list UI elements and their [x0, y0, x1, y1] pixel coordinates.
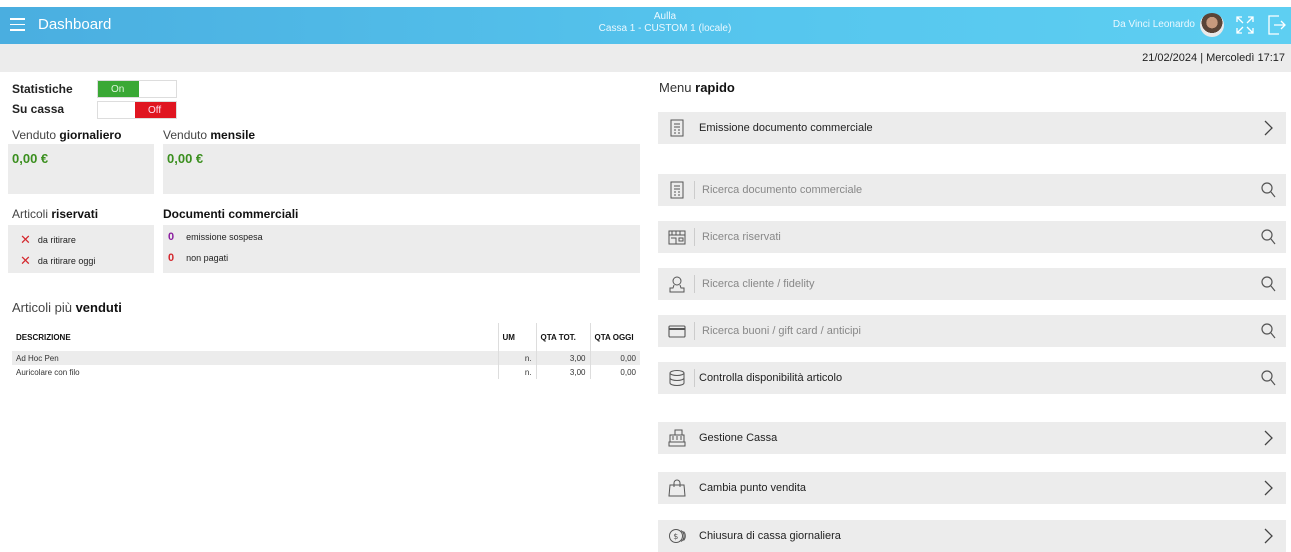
document-item[interactable]: 0 emissione sospesa — [168, 231, 263, 243]
separator — [694, 275, 695, 293]
column-header[interactable]: QTA TOT. — [536, 323, 591, 351]
statistiche-label: Statistiche — [12, 82, 73, 96]
monthly-sales-value: 0,00 € — [167, 151, 204, 166]
database-icon — [669, 370, 685, 387]
table-cell: Auricolare con filo — [12, 365, 499, 379]
svg-text:$: $ — [673, 532, 678, 541]
reserved-item[interactable]: ✕ da ritirare — [20, 231, 76, 247]
user-name[interactable]: Da Vinci Leonardo — [1113, 19, 1195, 30]
table-row[interactable]: Ad Hoc Pen n. 3,00 0,00 — [12, 351, 640, 365]
chevron-right-icon — [1264, 528, 1273, 544]
chevron-right-icon — [1264, 120, 1273, 136]
quick-menu-item-cambia-punto-vendita[interactable]: Cambia punto vendita — [658, 472, 1286, 504]
date-bar: 21/02/2024 | Mercoledì 17:17 — [0, 44, 1291, 72]
toggle-on[interactable]: On — [98, 81, 139, 97]
quick-menu-search-field[interactable]: Ricerca buoni / gift card / anticipi — [702, 325, 861, 337]
quick-menu-search-field[interactable]: Controlla disponibilità articolo — [699, 372, 842, 384]
store-info: Aulla Cassa 1 - CUSTOM 1 (locale) — [560, 11, 770, 35]
cash-register-icon — [668, 429, 686, 447]
quick-menu-label: Cambia punto vendita — [699, 482, 807, 494]
hamburger-menu-icon[interactable] — [10, 18, 25, 31]
search-icon[interactable] — [1260, 181, 1276, 199]
quick-menu-item-gestione-cassa[interactable]: Gestione Cassa — [658, 422, 1286, 454]
page-title: Dashboard — [38, 16, 112, 33]
monthly-sales-box — [163, 144, 640, 194]
avatar[interactable] — [1200, 13, 1224, 37]
document-icon — [670, 181, 684, 199]
person-icon — [669, 276, 685, 293]
document-item[interactable]: 0 non pagati — [168, 252, 228, 264]
quick-menu-title: Menu rapido — [659, 80, 735, 95]
separator — [694, 322, 695, 340]
card-icon — [668, 325, 686, 338]
table-cell: n. — [498, 365, 537, 379]
document-icon — [670, 119, 684, 137]
table-row[interactable]: Auricolare con filo n. 3,00 0,00 — [12, 365, 640, 379]
register-name: Cassa 1 - CUSTOM 1 (locale) — [598, 23, 732, 34]
coins-icon: $ — [669, 529, 686, 543]
monthly-sales-title: Venduto mensile — [163, 128, 256, 142]
quick-menu-item-ricerca-riservati[interactable]: Ricerca riservati — [658, 221, 1286, 253]
search-icon[interactable] — [1260, 322, 1276, 340]
table-header-row: DESCRIZIONE UM QTA TOT. QTA OGGI — [12, 323, 640, 351]
separator — [694, 181, 695, 199]
best-sellers-title: Articoli più venduti — [12, 300, 122, 315]
reserved-item[interactable]: ✕ da ritirare oggi — [20, 252, 95, 268]
quick-menu-search-field[interactable]: Ricerca cliente / fidelity — [702, 278, 815, 290]
fullscreen-icon[interactable] — [1236, 16, 1254, 34]
su-cassa-label: Su cassa — [12, 102, 65, 116]
column-header[interactable]: DESCRIZIONE — [12, 323, 499, 351]
quick-menu-label: Gestione Cassa — [699, 432, 778, 444]
chevron-right-icon — [1264, 430, 1273, 446]
quick-menu-item-emissione[interactable]: Emissione documento commerciale — [658, 112, 1286, 144]
quick-menu-item-chiusura-cassa[interactable]: $ Chiusura di cassa giornaliera — [658, 520, 1286, 552]
daily-sales-value: 0,00 € — [12, 151, 49, 166]
close-x-icon: ✕ — [20, 253, 31, 268]
quick-menu-label: Chiusura di cassa giornaliera — [699, 530, 841, 542]
best-sellers-table: DESCRIZIONE UM QTA TOT. QTA OGGI Ad Hoc … — [12, 323, 640, 379]
top-bar: Dashboard Aulla Cassa 1 - CUSTOM 1 (loca… — [0, 7, 1291, 44]
search-icon[interactable] — [1260, 228, 1276, 246]
table-cell: 0,00 — [590, 351, 640, 365]
daily-sales-title: Venduto giornaliero — [12, 128, 122, 142]
date-time: 21/02/2024 | Mercoledì 17:17 — [1142, 52, 1285, 64]
search-icon[interactable] — [1260, 369, 1276, 387]
table-cell: 0,00 — [620, 367, 636, 377]
separator — [694, 369, 695, 387]
search-icon[interactable] — [1260, 275, 1276, 293]
quick-menu-item-ricerca-buoni[interactable]: Ricerca buoni / gift card / anticipi — [658, 315, 1286, 347]
separator — [694, 228, 695, 246]
close-x-icon: ✕ — [20, 232, 31, 247]
toggle-off[interactable]: Off — [135, 102, 176, 118]
shopping-bag-icon — [668, 479, 686, 497]
quick-menu-item-disponibilita[interactable]: Controlla disponibilità articolo — [658, 362, 1286, 394]
store-icon — [668, 230, 686, 245]
column-header[interactable]: QTA OGGI — [590, 323, 640, 351]
documents-title: Documenti commerciali — [163, 207, 299, 221]
statistiche-toggle[interactable]: On — [97, 80, 177, 98]
quick-menu-item-ricerca-cliente[interactable]: Ricerca cliente / fidelity — [658, 268, 1286, 300]
table-cell: Ad Hoc Pen — [12, 351, 499, 365]
quick-menu-search-field[interactable]: Ricerca documento commerciale — [702, 184, 862, 196]
column-header[interactable]: UM — [498, 323, 537, 351]
chevron-right-icon — [1264, 480, 1273, 496]
table-cell: 3,00 — [536, 365, 591, 379]
quick-menu-search-field[interactable]: Ricerca riservati — [702, 231, 781, 243]
quick-menu-item-ricerca-documento[interactable]: Ricerca documento commerciale — [658, 174, 1286, 206]
table-cell: 3,00 — [536, 351, 591, 365]
store-name: Aulla — [653, 11, 677, 22]
su-cassa-toggle[interactable]: Off — [97, 101, 177, 119]
logout-icon[interactable] — [1268, 15, 1286, 35]
quick-menu-label: Emissione documento commerciale — [699, 122, 873, 134]
table-cell: n. — [498, 351, 537, 365]
reserved-title: Articoli riservati — [12, 207, 99, 221]
